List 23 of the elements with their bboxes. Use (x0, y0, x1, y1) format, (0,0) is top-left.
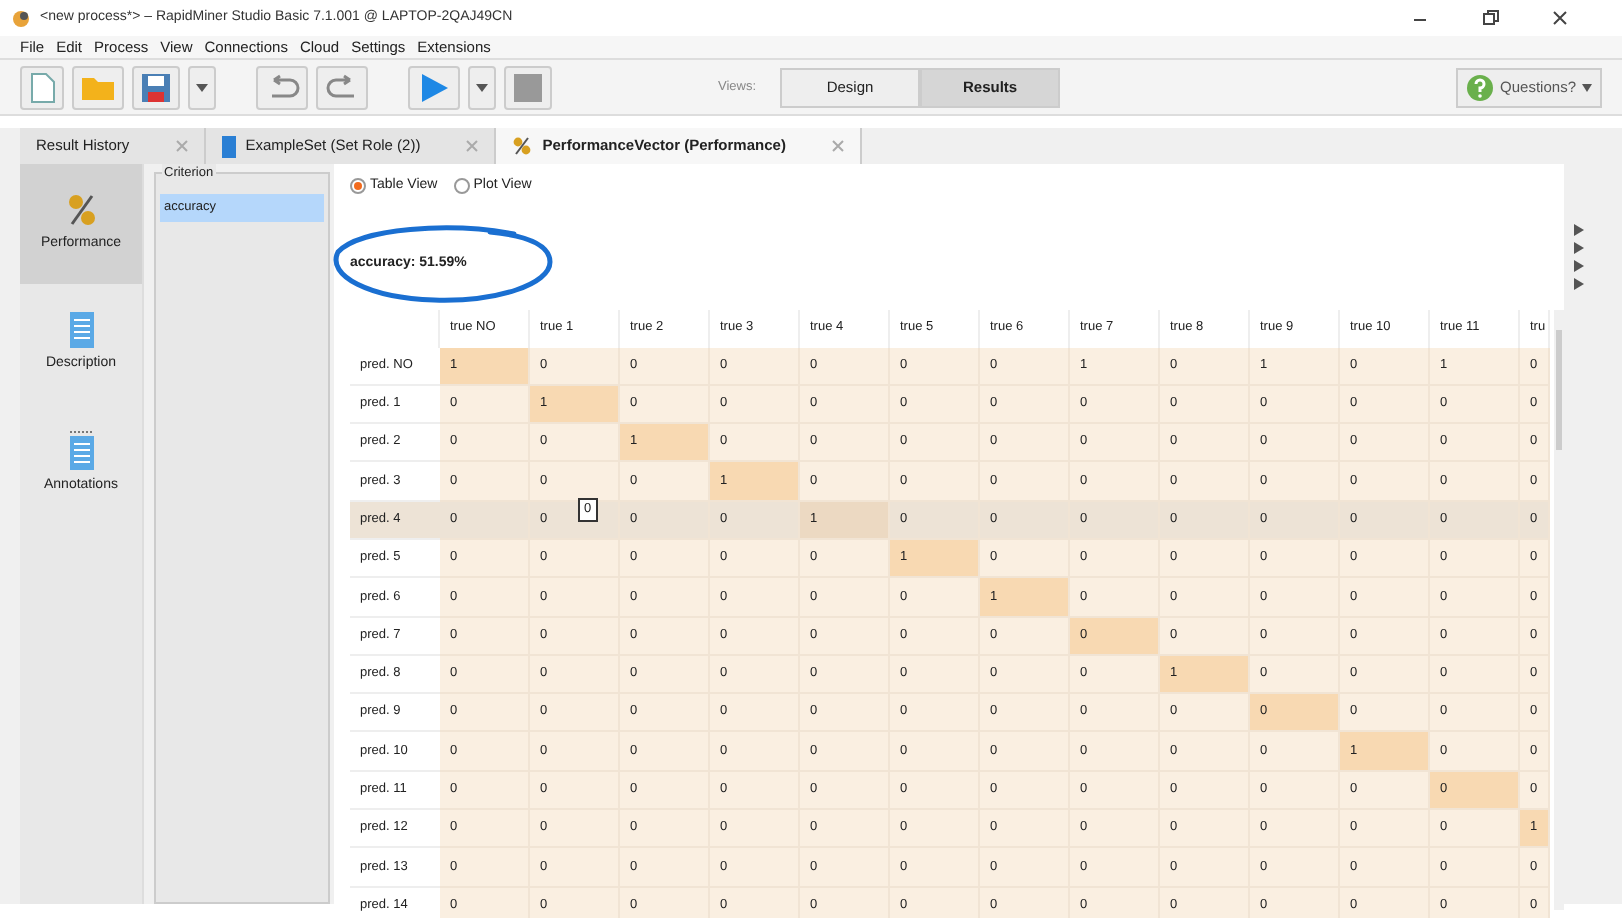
folder-icon (80, 73, 116, 101)
scrollbar[interactable] (1554, 309, 1564, 909)
stop-icon (512, 71, 544, 103)
caret-icon (196, 83, 208, 91)
dropdown-button[interactable] (468, 65, 496, 109)
percent-icon (512, 136, 533, 156)
document-icon (69, 312, 93, 349)
play-icon (416, 71, 452, 103)
caret-icon (476, 83, 488, 91)
table-icon (221, 135, 236, 157)
new-file-button[interactable] (20, 65, 64, 109)
dropdown-button[interactable] (188, 65, 216, 109)
run-button[interactable] (408, 65, 460, 109)
percent-icon (65, 192, 97, 229)
redo-button[interactable] (316, 65, 368, 109)
file-icon (28, 71, 56, 103)
app-icon (12, 9, 30, 27)
redo-icon (324, 73, 360, 101)
save-button[interactable] (132, 65, 180, 109)
undo-button[interactable] (256, 65, 308, 109)
caret-icon (1582, 83, 1592, 91)
notes-icon (69, 430, 93, 471)
question-icon (1466, 73, 1495, 101)
